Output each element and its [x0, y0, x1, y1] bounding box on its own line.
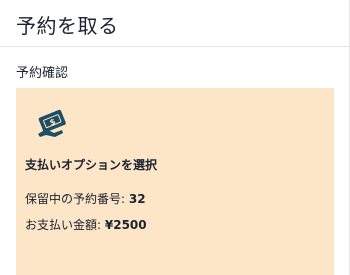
reservation-number-value: 32 — [128, 192, 146, 206]
payment-summary-card: $ 支払いオプションを選択 保留中の予約番号: 32 お支払い金額: ¥2500 — [16, 88, 334, 275]
payment-amount-label: お支払い金額: — [25, 218, 102, 232]
payment-amount-row: お支払い金額: ¥2500 — [25, 216, 147, 233]
payment-amount-value: ¥2500 — [104, 218, 147, 232]
reservation-number-label: 保留中の予約番号: — [25, 192, 126, 206]
header-divider — [0, 46, 350, 47]
booking-page: 予約を取る 予約確認 $ 支払いオプションを選択 保留中の予約番号: 32 お支… — [0, 0, 350, 275]
reservation-number-row: 保留中の予約番号: 32 — [25, 190, 146, 207]
payment-card-icon: $ — [36, 108, 70, 138]
page-title: 予約を取る — [16, 14, 119, 38]
payment-option-title: 支払いオプションを選択 — [25, 158, 158, 172]
section-title: 予約確認 — [16, 66, 69, 81]
